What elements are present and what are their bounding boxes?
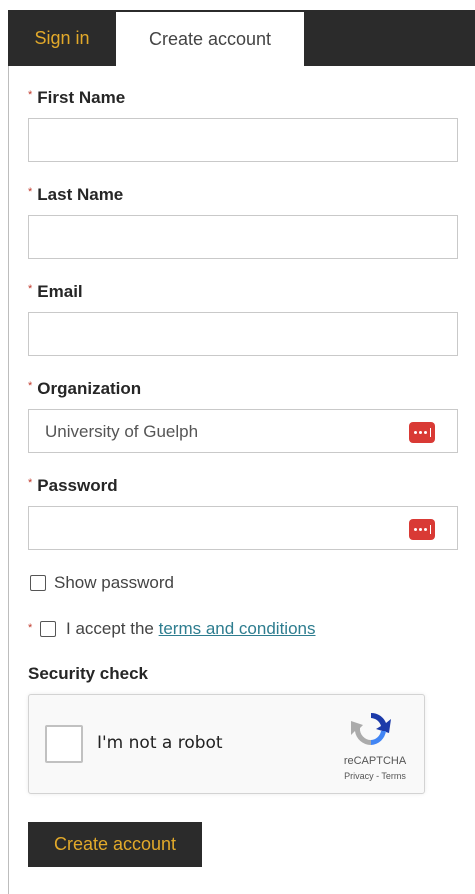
recaptcha-label: I'm not a robot	[97, 733, 223, 753]
first-name-label: * First Name	[28, 88, 125, 108]
required-marker: *	[28, 283, 33, 295]
email-label-text: Email	[37, 282, 83, 301]
required-marker: *	[28, 477, 33, 489]
required-marker: *	[28, 622, 33, 634]
email-input[interactable]	[28, 312, 458, 356]
password-manager-icon[interactable]	[409, 519, 435, 540]
last-name-label-text: Last Name	[37, 185, 124, 204]
required-marker: *	[28, 89, 33, 101]
recaptcha-widget: I'm not a robot reCAPTCHA Privacy - Term…	[28, 694, 425, 794]
required-marker: *	[28, 380, 33, 392]
organization-input[interactable]: University of Guelph	[28, 409, 458, 453]
organization-label: * Organization	[28, 379, 141, 399]
security-check-title: Security check	[28, 664, 149, 683]
tab-bar: Sign in Create account	[8, 10, 475, 66]
recaptcha-logo-icon	[351, 712, 391, 746]
last-name-label: * Last Name	[28, 185, 123, 205]
show-password-label: Show password	[54, 573, 175, 592]
recaptcha-checkbox[interactable]	[45, 725, 83, 763]
password-label-text: Password	[37, 476, 118, 495]
email-label: * Email	[28, 282, 83, 302]
password-manager-icon[interactable]	[409, 422, 435, 443]
terms-link[interactable]: terms and conditions	[159, 619, 316, 638]
required-marker: *	[28, 186, 33, 198]
show-password-checkbox[interactable]	[30, 575, 46, 591]
accept-terms-checkbox[interactable]	[40, 621, 56, 637]
recaptcha-brand: reCAPTCHA	[343, 755, 407, 767]
organization-value: University of Guelph	[45, 422, 199, 441]
accept-terms-label: I accept the terms and conditions	[66, 619, 316, 639]
first-name-label-text: First Name	[37, 88, 126, 107]
password-label: * Password	[28, 476, 118, 496]
tab-create-account[interactable]: Create account	[116, 12, 304, 66]
password-input[interactable]	[28, 506, 458, 550]
organization-label-text: Organization	[37, 379, 142, 398]
first-name-input[interactable]	[28, 118, 458, 162]
last-name-input[interactable]	[28, 215, 458, 259]
recaptcha-privacy-terms[interactable]: Privacy - Terms	[335, 771, 415, 781]
accept-terms-prefix: I accept the	[66, 619, 154, 638]
page-border	[8, 10, 9, 894]
tab-sign-in[interactable]: Sign in	[8, 10, 116, 66]
create-account-button[interactable]: Create account	[28, 822, 202, 867]
